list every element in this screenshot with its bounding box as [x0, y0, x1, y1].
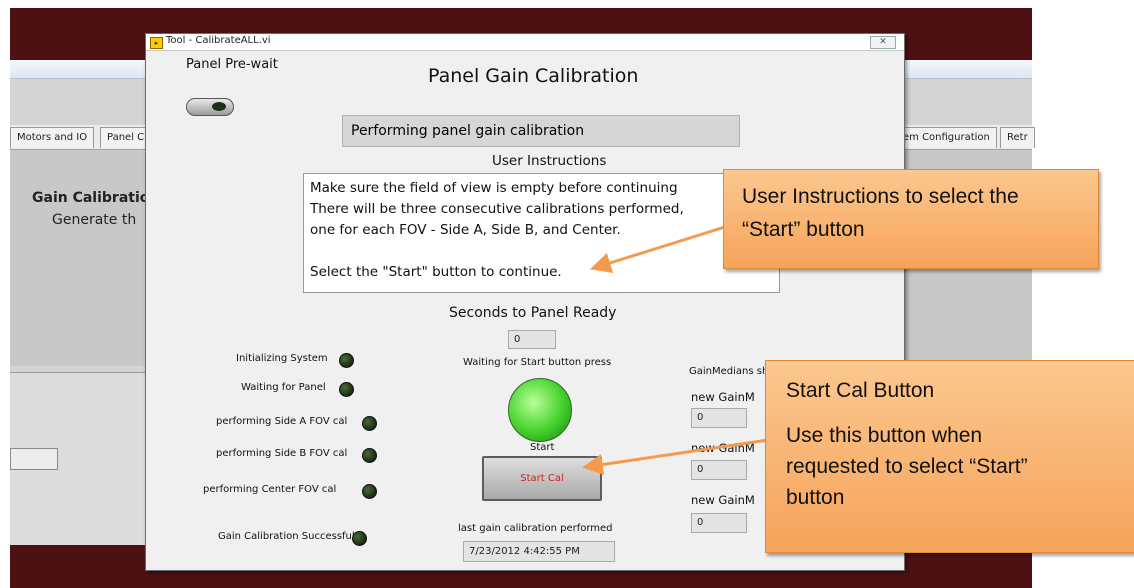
start-cal-callout-title: Start Cal Button: [786, 379, 935, 402]
instructions-callout: User Instructions to select the “Start” …: [723, 169, 1099, 269]
instructions-arrow: [589, 224, 729, 273]
instructions-callout-text: User Instructions to select the “Start” …: [742, 185, 1019, 241]
start-cal-callout: Start Cal Button Use this button when re…: [765, 360, 1134, 553]
start-cal-arrow: [581, 438, 769, 475]
start-cal-callout-text: Use this button when requested to select…: [786, 424, 1028, 509]
